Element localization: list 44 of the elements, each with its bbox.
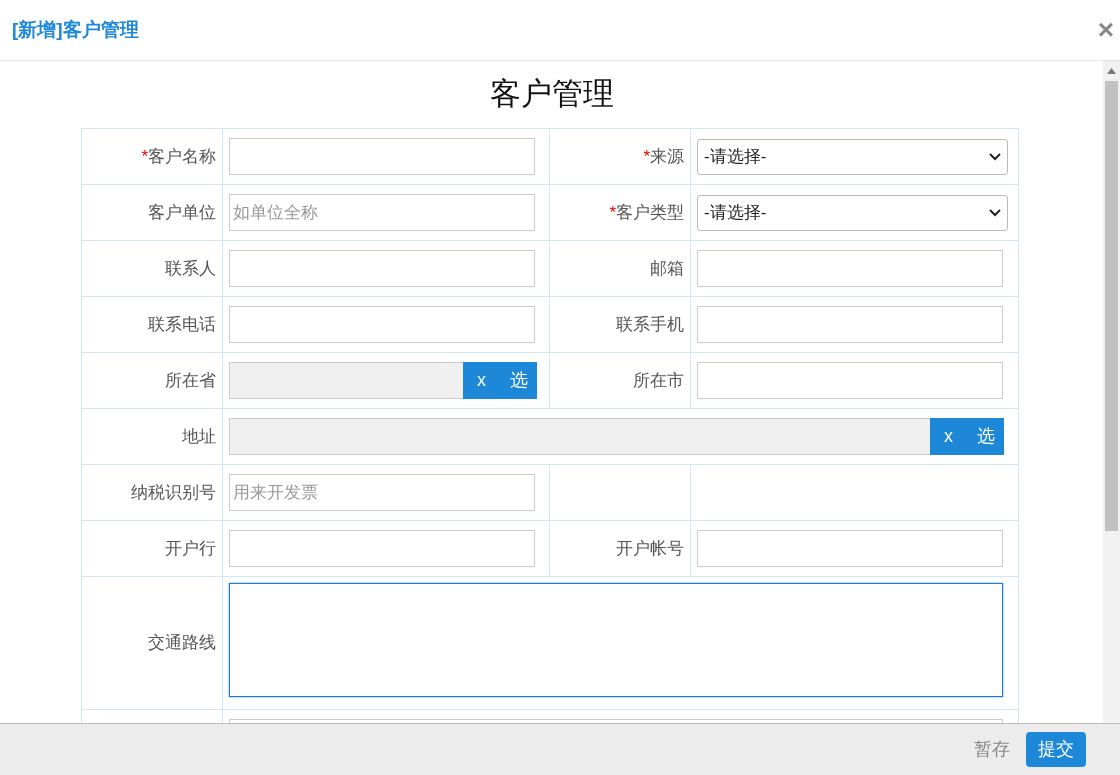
scroll-thumb[interactable] — [1105, 81, 1118, 531]
text-field[interactable] — [697, 530, 1003, 568]
field-label: 开户行 — [165, 538, 216, 558]
text-field[interactable]: 如单位全称 — [229, 194, 535, 232]
scrollbar[interactable] — [1103, 61, 1120, 723]
chevron-down-icon — [989, 152, 1001, 161]
field-label: 纳税识别号 — [131, 482, 216, 502]
choose-button[interactable]: 选 — [967, 418, 1004, 456]
select-field[interactable]: -请选择- — [697, 194, 1008, 231]
text-field[interactable] — [229, 250, 535, 288]
field-label: 联系手机 — [616, 314, 684, 334]
readonly-field[interactable] — [229, 362, 463, 400]
field-label: 联系人 — [165, 258, 216, 278]
save-draft-button[interactable]: 暂存 — [966, 732, 1018, 767]
submit-button[interactable]: 提交 — [1026, 732, 1086, 767]
field-label: 所在省 — [165, 370, 216, 390]
text-field[interactable] — [229, 138, 535, 176]
select-field[interactable]: -请选择- — [697, 138, 1008, 175]
close-button[interactable]: × — [1097, 16, 1114, 44]
field-label: 邮箱 — [650, 258, 684, 278]
choose-button[interactable]: 选 — [500, 362, 537, 400]
text-field[interactable]: 用来开发票 — [229, 474, 535, 512]
readonly-field[interactable] — [229, 418, 930, 456]
chevron-down-icon — [989, 208, 1001, 217]
text-field[interactable] — [697, 306, 1003, 344]
text-field[interactable] — [229, 306, 535, 344]
field-label: 地址 — [182, 426, 216, 446]
text-field[interactable] — [697, 250, 1003, 288]
clear-button[interactable]: x — [930, 418, 967, 456]
text-field[interactable] — [229, 530, 535, 568]
field-label: *来源 — [643, 146, 684, 166]
textarea-field[interactable] — [229, 582, 1003, 697]
text-field[interactable] — [697, 362, 1003, 400]
scroll-up-icon[interactable] — [1107, 68, 1116, 74]
form-title: 客户管理 — [488, 75, 615, 113]
clear-button[interactable]: x — [463, 362, 500, 400]
field-label: 联系电话 — [148, 314, 216, 334]
field-label: 开户帐号 — [616, 538, 684, 558]
field-label: 所在市 — [633, 370, 684, 390]
field-label: 客户单位 — [148, 202, 216, 222]
field-label: *客户名称 — [141, 146, 216, 166]
field-label: *客户类型 — [609, 202, 684, 222]
field-label: 交通路线 — [148, 633, 216, 653]
dialog-title: [新增]客户管理 — [12, 17, 139, 42]
